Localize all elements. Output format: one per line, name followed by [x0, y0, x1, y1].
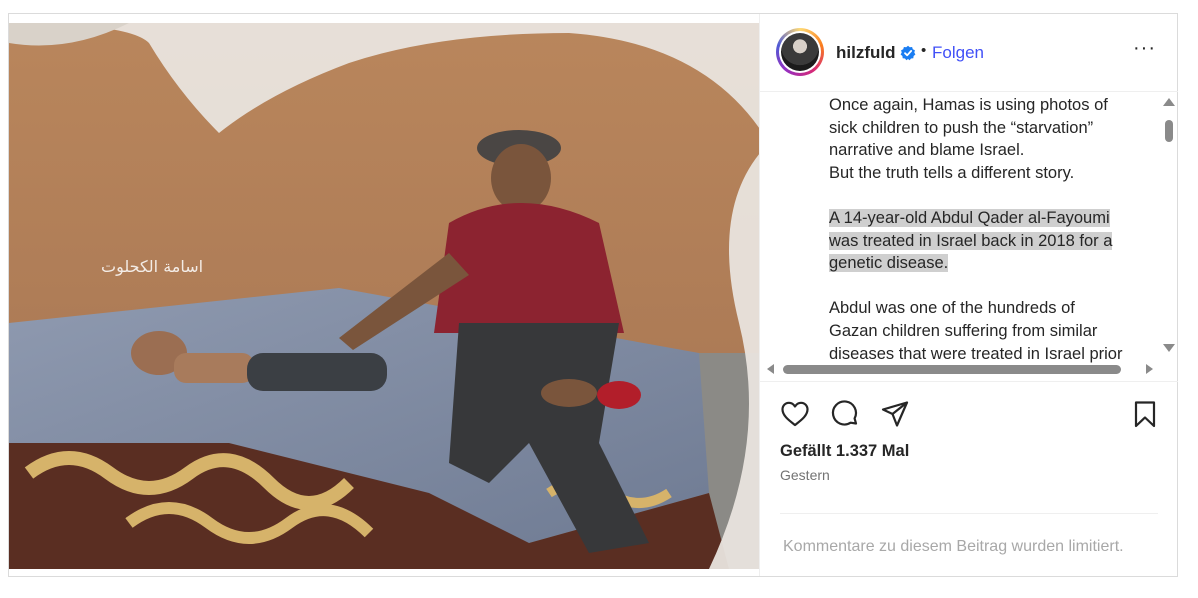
caption-line: But the truth tells a different story. — [829, 163, 1075, 182]
verified-badge-icon — [900, 45, 916, 61]
avatar-frame — [779, 31, 821, 73]
horizontal-scrollbar-thumb[interactable] — [783, 365, 1121, 374]
photo-watermark: اسامة الكحلوت — [101, 257, 204, 276]
caption-line: Gazan children suffering from similar — [829, 321, 1098, 340]
heart-icon — [781, 401, 809, 427]
caption-paragraph-3: Abdul was one of the hundreds of Gazan c… — [829, 297, 1149, 365]
caption-line: Abdul was one of the hundreds of — [829, 299, 1075, 318]
bookmark-icon — [1134, 401, 1156, 428]
save-button[interactable] — [1130, 399, 1160, 429]
caption-paragraph-1: Once again, Hamas is using photos of sic… — [829, 94, 1149, 184]
caption-line: Once again, Hamas is using photos of — [829, 96, 1108, 114]
avatar[interactable] — [776, 28, 824, 76]
comments-limited-notice: Kommentare zu diesem Beitrag wurden limi… — [783, 538, 1124, 555]
caption-line-highlighted: was treated in Israel back in 2018 for a — [829, 231, 1113, 250]
photo-illustration — [9, 23, 759, 569]
post-card: اسامة الكحلوت hilzfuld • Folgen ··· Once… — [8, 13, 1178, 577]
caption-line: sick children to push the “starvation” — [829, 118, 1094, 137]
follow-button[interactable]: Folgen — [932, 43, 984, 63]
caption-line: diseases that were treated in Israel pri… — [829, 344, 1123, 363]
post-date[interactable]: Gestern — [780, 467, 830, 483]
caption-line-highlighted: genetic disease. — [829, 254, 949, 273]
post-photo[interactable]: اسامة الكحلوت — [9, 23, 759, 569]
caption-paragraph-2: A 14-year-old Abdul Qader al-Fayoumi was… — [829, 207, 1149, 275]
comment-button[interactable] — [830, 399, 860, 429]
caption-line-highlighted: A 14-year-old Abdul Qader al-Fayoumi — [829, 208, 1110, 227]
scroll-left-arrow-icon[interactable] — [767, 364, 774, 374]
post-side-panel: hilzfuld • Folgen ··· Once again, Hamas … — [759, 14, 1178, 576]
scroll-up-arrow-icon[interactable] — [1163, 98, 1175, 106]
comments-divider — [780, 513, 1158, 514]
like-button[interactable] — [780, 399, 810, 429]
header-separator: • — [921, 42, 927, 59]
actions-divider — [760, 381, 1178, 382]
scroll-down-arrow-icon[interactable] — [1163, 344, 1175, 352]
vertical-scrollbar-thumb[interactable] — [1165, 120, 1173, 142]
share-icon — [881, 401, 909, 427]
share-button[interactable] — [880, 399, 910, 429]
caption-scroll-area[interactable]: Once again, Hamas is using photos of sic… — [760, 92, 1178, 382]
post-header: hilzfuld • Folgen ··· — [760, 14, 1178, 92]
username-link[interactable]: hilzfuld — [836, 43, 895, 63]
caption-line: narrative and blame Israel. — [829, 141, 1025, 160]
more-options-button[interactable]: ··· — [1133, 37, 1156, 60]
comment-icon — [831, 400, 858, 426]
likes-count[interactable]: Gefällt 1.337 Mal — [780, 442, 909, 461]
avatar-image — [781, 33, 819, 71]
caption-text: Once again, Hamas is using photos of sic… — [829, 94, 1149, 382]
scroll-right-arrow-icon[interactable] — [1146, 364, 1153, 374]
